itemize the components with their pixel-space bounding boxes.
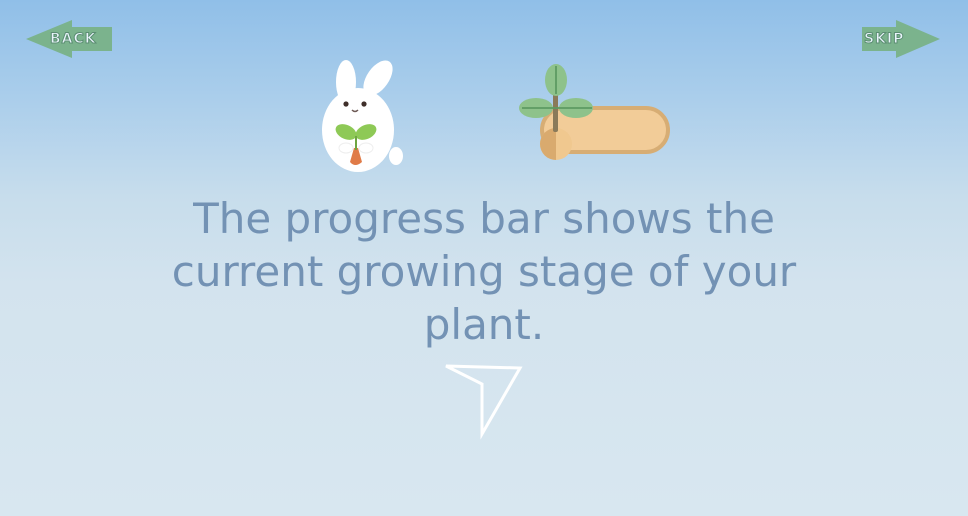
back-button[interactable]: BACK <box>26 20 112 58</box>
down-arrow-icon[interactable] <box>442 362 526 440</box>
skip-button[interactable]: SKIP <box>862 20 942 58</box>
sprout-progress-bar <box>519 64 670 160</box>
skip-label: SKIP <box>863 31 905 48</box>
tutorial-message: The progress bar shows the current growi… <box>171 194 797 349</box>
bunny-holding-sprout-icon <box>322 60 403 172</box>
back-label: BACK <box>50 31 97 48</box>
